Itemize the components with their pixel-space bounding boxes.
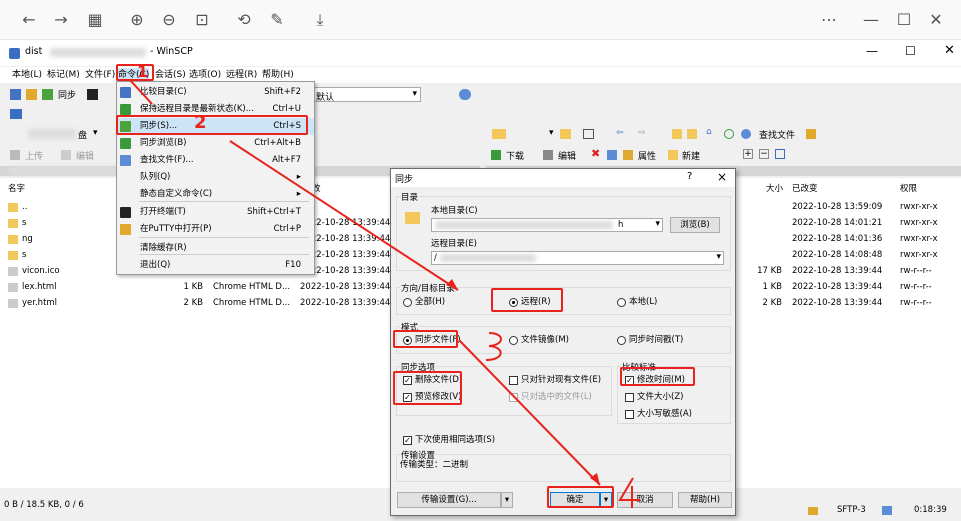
arrowhead: [590, 473, 600, 485]
annotation-arrow: [458, 339, 601, 486]
annotation-box-command: [116, 64, 154, 81]
annotation-2: 2: [194, 112, 207, 133]
annotation-arrow: [129, 79, 153, 105]
arrowhead: [446, 279, 458, 290]
annotation-box-ok: [547, 486, 614, 508]
annotation-4-stroke: [618, 477, 640, 508]
annotation-box-remote: [491, 288, 563, 312]
annotation-3-stroke: [485, 332, 502, 361]
annotation-box-options: [393, 371, 462, 405]
annotation-box-sync: [116, 115, 308, 135]
annotation-box-mtime: [620, 367, 695, 386]
annotation-arrow: [229, 140, 459, 291]
annotation-1: 1: [137, 62, 149, 81]
annotation-box-sync-files: [393, 330, 458, 348]
